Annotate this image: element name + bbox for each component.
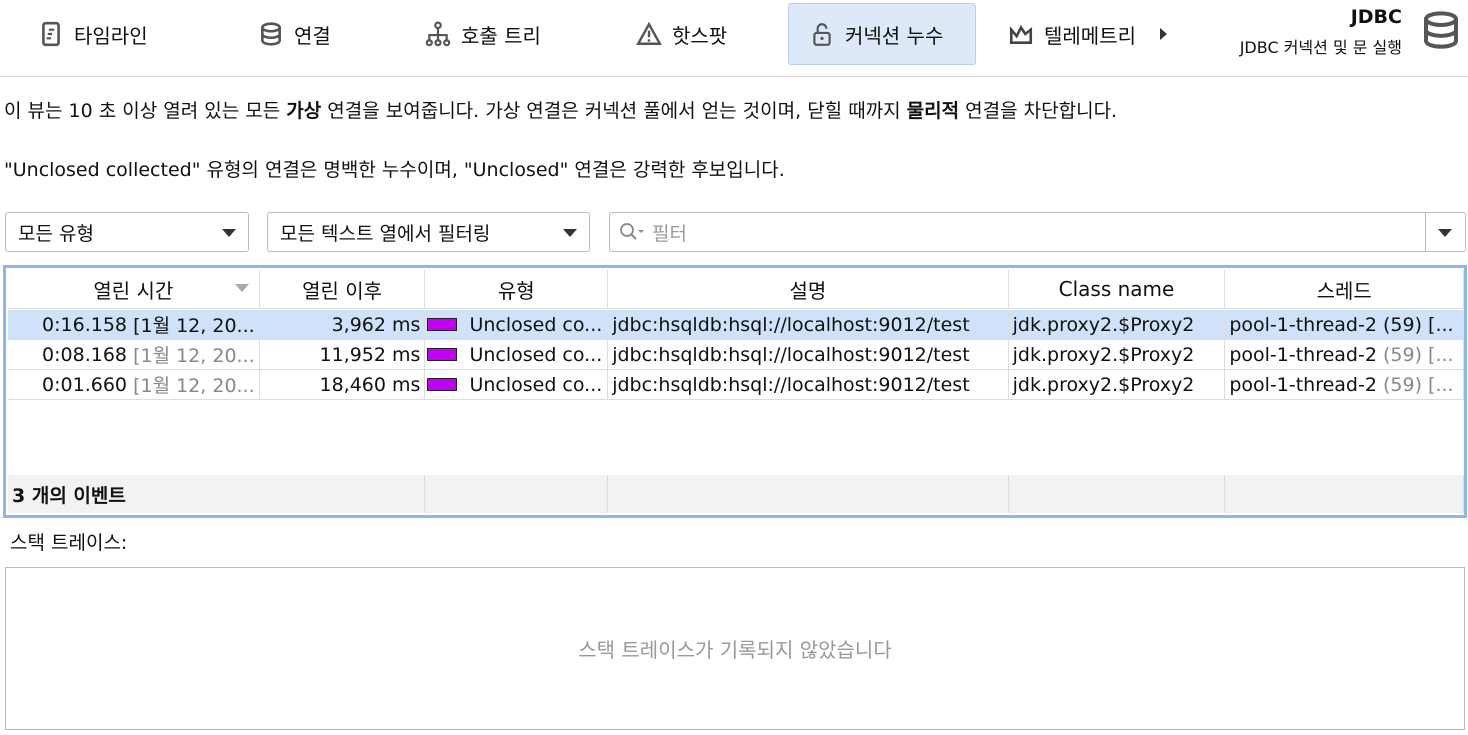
cell-open-time: 0:08.168 [1월 12, 20...: [8, 340, 260, 370]
column-header-thread[interactable]: 스레드: [1225, 270, 1464, 309]
timeline-icon: [42, 21, 60, 47]
cell-class-name: jdk.proxy2.$Proxy2: [1008, 310, 1226, 340]
view-title: JDBC: [1350, 6, 1402, 28]
sort-descending-icon: [234, 284, 249, 292]
view-subtitle: JDBC 커넥션 및 문 실행: [1239, 38, 1402, 57]
more-tabs-arrow-icon[interactable]: [1160, 28, 1167, 40]
table-row[interactable]: 0:01.660 [1월 12, 20... 18,460 ms Unclose…: [8, 370, 1464, 400]
column-header-open-since[interactable]: 열린 이후: [259, 270, 426, 309]
type-color-swatch: [427, 378, 458, 391]
event-count: 3 개의 이벤트: [8, 475, 426, 513]
tab-connections[interactable]: 연결: [248, 3, 341, 65]
table-footer: 3 개의 이벤트: [8, 475, 1464, 513]
cell-type: Unclosed co...: [425, 340, 609, 370]
stack-trace-panel: 스택 트레이스가 기록되지 않았습니다: [5, 567, 1465, 730]
type-color-swatch: [427, 318, 458, 331]
description-line-2: "Unclosed collected" 유형의 연결은 명백한 누수이며, "…: [4, 159, 785, 181]
table-row[interactable]: 0:16.158 [1월 12, 20... 3,962 ms Unclosed…: [8, 310, 1464, 340]
chevron-down-icon: [222, 229, 236, 237]
toolbar-divider: [0, 76, 1468, 77]
tab-label: 호출 트리: [461, 23, 541, 48]
telemetry-icon: [1009, 24, 1033, 44]
tab-timeline[interactable]: 타임라인: [28, 3, 158, 65]
cell-thread: pool-1-thread-2 (59) [...: [1225, 370, 1464, 400]
type-filter-value: 모든 유형: [18, 222, 94, 245]
database-icon: [261, 22, 281, 46]
call-tree-icon: [425, 21, 451, 47]
cell-description: jdbc:hsqldb:hsql://localhost:9012/test: [608, 370, 1009, 400]
filter-history-dropdown[interactable]: [1425, 213, 1465, 251]
column-filter-value: 모든 텍스트 열에서 필터링: [280, 222, 491, 245]
cell-open-since: 11,952 ms: [259, 340, 426, 370]
lock-icon: [813, 23, 831, 46]
tab-label: 타임라인: [74, 23, 148, 48]
jdbc-database-icon: [1424, 11, 1458, 49]
tab-call-tree[interactable]: 호출 트리: [415, 3, 551, 65]
cell-open-since: 18,460 ms: [259, 370, 426, 400]
filter-input[interactable]: 필터: [609, 212, 1466, 252]
column-header-type[interactable]: 유형: [425, 270, 609, 309]
cell-thread: pool-1-thread-2 (59) [...: [1225, 340, 1464, 370]
tab-label: 연결: [294, 23, 331, 48]
chevron-down-icon: [563, 229, 577, 237]
tab-connection-leaks[interactable]: 커넥션 누수: [788, 3, 976, 65]
cell-class-name: jdk.proxy2.$Proxy2: [1008, 340, 1226, 370]
cell-open-time: 0:01.660 [1월 12, 20...: [8, 370, 260, 400]
type-color-swatch: [427, 348, 458, 361]
description-line-1: 이 뷰는 10 초 이상 열려 있는 모든 가상 연결을 보여줍니다. 가상 연…: [4, 100, 1118, 122]
stack-trace-label: 스택 트레이스:: [10, 532, 128, 554]
chevron-down-icon: [1438, 229, 1452, 237]
search-icon: [620, 223, 644, 240]
events-table: 열린 시간 열린 이후 유형 설명 Class name 스레드 0:16.15…: [3, 265, 1467, 518]
tab-label: 핫스팟: [672, 23, 728, 48]
cell-open-since: 3,962 ms: [259, 310, 426, 340]
column-header-open-time[interactable]: 열린 시간: [8, 270, 260, 309]
stack-trace-empty-message: 스택 트레이스가 기록되지 않았습니다: [578, 638, 892, 662]
type-filter-select[interactable]: 모든 유형: [5, 212, 249, 252]
cell-thread: pool-1-thread-2 (59) [...: [1225, 310, 1464, 340]
cell-description: jdbc:hsqldb:hsql://localhost:9012/test: [608, 340, 1009, 370]
cell-class-name: jdk.proxy2.$Proxy2: [1008, 370, 1226, 400]
tab-label: 텔레메트리: [1044, 23, 1136, 48]
column-header-description[interactable]: 설명: [608, 270, 1009, 309]
cell-description: jdbc:hsqldb:hsql://localhost:9012/test: [608, 310, 1009, 340]
column-header-class-name[interactable]: Class name: [1008, 270, 1226, 309]
tab-telemetry[interactable]: 텔레메트리: [998, 3, 1177, 65]
cell-open-time: 0:16.158 [1월 12, 20...: [8, 310, 260, 340]
cell-type: Unclosed co...: [425, 310, 609, 340]
view-header: JDBC JDBC 커넥션 및 문 실행: [1240, 6, 1402, 58]
table-header: 열린 시간 열린 이후 유형 설명 Class name 스레드: [8, 270, 1464, 309]
table-row[interactable]: 0:08.168 [1월 12, 20... 11,952 ms Unclose…: [8, 340, 1464, 370]
column-filter-select[interactable]: 모든 텍스트 열에서 필터링: [267, 212, 590, 252]
warning-icon: [636, 21, 662, 45]
tab-label: 커넥션 누수: [845, 23, 944, 48]
tab-hotspots[interactable]: 핫스팟: [626, 3, 737, 65]
cell-type: Unclosed co...: [425, 370, 609, 400]
filter-placeholder: 필터: [652, 222, 687, 245]
